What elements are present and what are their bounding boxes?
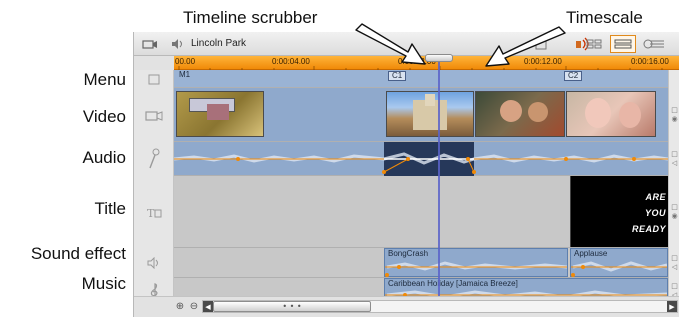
title-track: T ARE YOU READY □ ◉ (134, 176, 679, 248)
track-area: M1 C1 C2 □ ◉ □ ◁ T ARE YOU READY □ ◉ Bon… (134, 70, 679, 304)
scroll-right-icon[interactable]: ▶ (667, 301, 677, 312)
menu-track-icon (148, 74, 159, 84)
sound-effect-clip[interactable]: BongCrash (384, 248, 568, 277)
camera-icon[interactable] (142, 36, 158, 52)
svg-text:T: T (147, 207, 155, 219)
sound-effect-track-end[interactable]: □ ◁ (668, 248, 679, 278)
video-clip-church[interactable] (386, 91, 474, 137)
title-track-end[interactable]: □ ◉ (668, 176, 679, 248)
menu-marker[interactable]: M1 (176, 71, 193, 81)
horizontal-scrollbar[interactable]: ◀ • • • ▶ (202, 300, 678, 313)
ruler-tick-label: 0:00:04.00 (272, 57, 310, 66)
video-track-end[interactable]: □ ◉ (668, 88, 679, 142)
timeline-scrubber-callout: Timeline scrubber (183, 8, 318, 27)
film-icon[interactable] (534, 36, 548, 52)
clip-thumbnail (207, 104, 229, 120)
sound-effect-track-header[interactable] (134, 248, 174, 278)
title-track-header[interactable]: T (134, 176, 174, 248)
timeline-scrubber[interactable] (425, 54, 453, 62)
text-view-button[interactable] (644, 35, 670, 53)
sound-effect-clip[interactable]: Applause (570, 248, 668, 277)
title-clip[interactable]: ARE YOU READY (570, 176, 668, 247)
video-row-label: Video (82, 107, 126, 126)
lock-icon[interactable]: □ (671, 282, 678, 291)
title-row-label: Title (94, 199, 127, 218)
sound-effect-track-body[interactable]: BongCrash Applause (174, 248, 668, 278)
video-clip-girl[interactable] (566, 91, 656, 137)
video-track: □ ◉ (134, 88, 679, 142)
audio-waveform (385, 261, 567, 277)
ruler-gutter (134, 56, 174, 70)
audio-track-header[interactable] (134, 142, 174, 176)
zoom-out-icon[interactable]: ⊖ (188, 300, 200, 312)
audio-waveform (174, 142, 668, 176)
audio-track-end[interactable]: □ ◁ (668, 142, 679, 176)
lock-icon[interactable]: □ (671, 106, 678, 115)
ruler-tick-label: 0:00:12.00 (524, 57, 562, 66)
timescale-callout: Timescale (566, 8, 643, 27)
lock-icon[interactable]: □ (671, 203, 678, 212)
clip-thumbnail (425, 94, 435, 106)
music-row-label: Music (81, 274, 126, 293)
title-line: ARE (645, 192, 666, 202)
menu-track-header[interactable] (134, 70, 174, 88)
video-clip-boys[interactable] (475, 91, 565, 137)
project-name[interactable]: Lincoln Park (191, 38, 246, 49)
chapter-marker[interactable]: C2 (564, 71, 583, 81)
menu-track-end (668, 70, 679, 88)
chapter-marker[interactable]: C1 (388, 71, 407, 81)
menu-row-label: Menu (83, 70, 126, 89)
clip-thumbnail (585, 98, 611, 128)
playhead-line[interactable] (438, 62, 440, 296)
menu-track-body[interactable]: M1 C1 C2 (174, 70, 668, 88)
speaker-icon[interactable] (170, 36, 186, 52)
microphone-icon (148, 148, 159, 169)
clip-thumbnail (528, 102, 548, 122)
ruler-tick-label: 00.00 (175, 57, 196, 66)
eye-icon[interactable]: ◉ (671, 115, 677, 124)
title-icon: T (147, 207, 161, 219)
sound-effect-icon (147, 257, 158, 269)
ruler-tick-label: 0:00:16.00 (631, 57, 669, 66)
title-track-body[interactable]: ARE YOU READY (174, 176, 668, 248)
sound-effect-track: BongCrash Applause □ ◁ (134, 248, 679, 278)
clip-thumbnail (619, 102, 641, 128)
scrollbar-thumb[interactable]: • • • (213, 301, 371, 312)
text-view-icon (650, 40, 664, 48)
camera-track-icon (144, 110, 162, 121)
timeline-view-icon (614, 39, 632, 49)
audio-track-body[interactable] (174, 142, 668, 176)
scene-view-button[interactable] (581, 35, 607, 53)
scene-view-icon (586, 39, 602, 49)
sound-effect-row-label: Sound effect (30, 244, 126, 263)
scroll-left-icon[interactable]: ◀ (203, 301, 213, 312)
title-line: YOU (644, 208, 666, 218)
menu-track: M1 C1 C2 (134, 70, 679, 88)
speaker-icon[interactable]: ◁ (672, 263, 677, 272)
timeline-panel: Lincoln Park 00.00 0:00:04.00 0:00:08.00… (133, 32, 679, 317)
eye-icon[interactable]: ◉ (671, 212, 677, 221)
speaker-icon[interactable]: ◁ (672, 159, 677, 168)
timeline-view-button[interactable] (610, 35, 636, 53)
audio-waveform (571, 261, 667, 277)
clip-thumbnail (500, 100, 522, 122)
title-line: READY (631, 224, 666, 234)
menu-video-clip[interactable] (176, 91, 264, 137)
lock-icon[interactable]: □ (671, 254, 678, 263)
timeline-footer: ⊕ ⊖ ◀ • • • ▶ (134, 296, 679, 317)
video-track-header[interactable] (134, 88, 174, 142)
audio-track: □ ◁ (134, 142, 679, 176)
lock-icon[interactable]: □ (671, 150, 678, 159)
audio-row-label: Audio (82, 148, 126, 167)
timeline-toolbar: Lincoln Park (134, 32, 679, 56)
video-track-body[interactable] (174, 88, 668, 142)
zoom-in-icon[interactable]: ⊕ (174, 300, 186, 312)
